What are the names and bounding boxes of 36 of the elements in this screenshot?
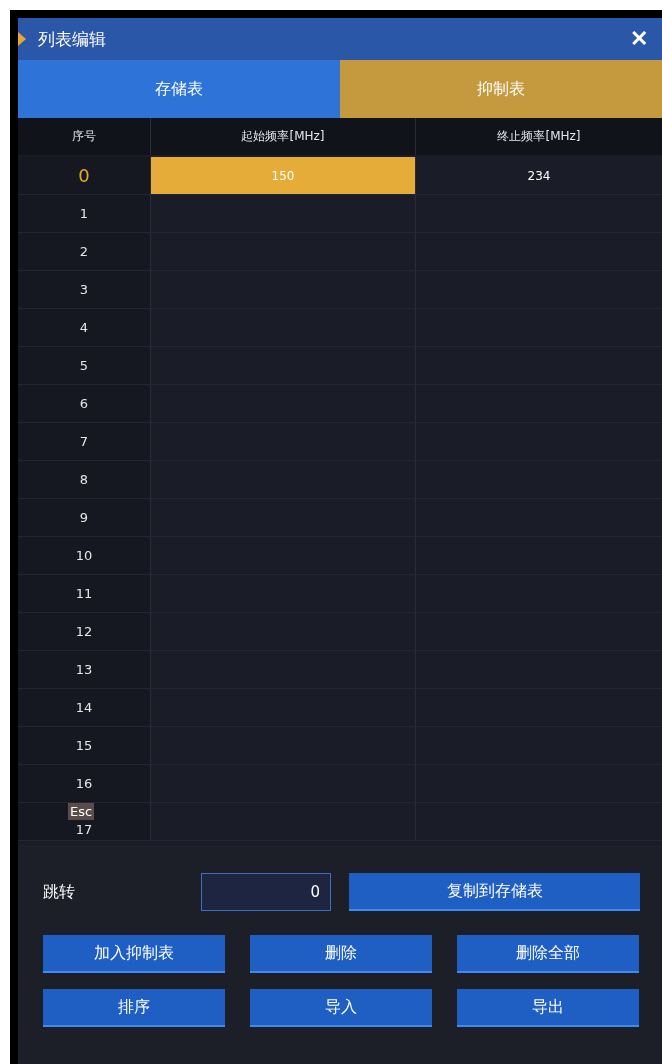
row-number: 17 <box>75 822 93 837</box>
row-number: 10 <box>75 548 93 563</box>
row-number: 2 <box>79 244 89 259</box>
action-button[interactable]: 导入 <box>250 989 432 1027</box>
row-number: 14 <box>75 700 93 715</box>
column-header: 起始频率[MHz] <box>150 118 415 155</box>
action-button[interactable]: 删除 <box>250 935 432 973</box>
row-number: 12 <box>75 624 93 639</box>
row-number: 9 <box>79 510 89 525</box>
row-number: 0 <box>78 165 90 186</box>
row-number: 3 <box>79 282 89 297</box>
column-header: 终止频率[MHz] <box>415 118 662 155</box>
row-number: 8 <box>79 472 89 487</box>
row-number: 15 <box>75 738 93 753</box>
window-title: 列表编辑 <box>38 27 106 51</box>
jump-label: 跳转 <box>43 881 76 903</box>
copy-button[interactable]: 复制到存储表 <box>349 873 640 911</box>
action-button[interactable]: 删除全部 <box>457 935 639 973</box>
action-button[interactable]: 导出 <box>457 989 639 1027</box>
row-number: 4 <box>79 320 89 335</box>
row-number: 13 <box>75 662 93 677</box>
action-button[interactable]: 排序 <box>43 989 225 1027</box>
row-number: 1 <box>79 206 89 221</box>
triangle-icon <box>18 32 26 46</box>
column-header: 序号 <box>71 128 97 145</box>
table-cell[interactable]: 234 <box>415 157 662 194</box>
close-button[interactable]: ✕ <box>626 26 652 52</box>
row-number: 16 <box>75 776 93 791</box>
row-number: 7 <box>79 434 89 449</box>
row-number: 11 <box>75 586 93 601</box>
tab[interactable]: 存储表 <box>18 60 340 118</box>
row-number: 6 <box>79 396 89 411</box>
jump-input[interactable]: 0 <box>201 873 331 911</box>
row-number: 5 <box>79 358 89 373</box>
esc-badge: Esc <box>68 803 95 820</box>
action-button[interactable]: 加入抑制表 <box>43 935 225 973</box>
